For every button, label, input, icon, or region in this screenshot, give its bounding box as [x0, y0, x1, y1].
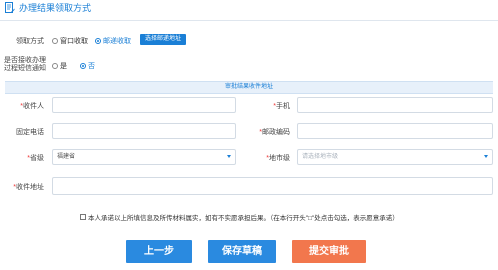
- chevron-down-icon: [227, 155, 231, 158]
- province-value: 福建省: [57, 154, 76, 160]
- radio-dot[interactable]: [52, 63, 58, 69]
- city-select[interactable]: 请选择地市级: [297, 149, 493, 165]
- phone-label: 固定电话: [16, 129, 44, 136]
- pickup-method-label: 领取方式: [16, 38, 44, 45]
- radio-window-pickup-label: 窗口收取: [60, 38, 88, 45]
- recipient-label-text: 收件人: [23, 103, 44, 110]
- province-label-text: 省级: [30, 155, 44, 162]
- select-address-button[interactable]: 选择邮递地址: [140, 34, 187, 45]
- phone-input[interactable]: [52, 123, 236, 139]
- radio-dot[interactable]: [52, 38, 58, 44]
- postcode-input[interactable]: [297, 123, 493, 139]
- prev-step-button[interactable]: 上一步: [126, 240, 192, 263]
- section-divider: [0, 20, 498, 21]
- sms-notify-label: 是否接收办理 过程短信通知: [2, 57, 46, 73]
- mobile-label: *手机: [250, 101, 290, 111]
- commitment-text: 本人承诺以上所填信息及所传材料属实，如有不实愿承担后果。（在本行开头"□"处点击…: [88, 215, 399, 222]
- radio-dot[interactable]: [95, 38, 101, 44]
- city-label-text: 地市级: [269, 155, 290, 162]
- document-edit-icon: [5, 1, 15, 14]
- radio-mail-pickup-label: 邮递收取: [103, 38, 131, 45]
- radio-sms-yes-label: 是: [60, 63, 67, 70]
- province-select[interactable]: 福建省: [52, 149, 236, 165]
- commitment-row: 本人承诺以上所填信息及所传材料属实，如有不实愿承担后果。（在本行开头"□"处点击…: [80, 212, 399, 222]
- radio-mail-pickup[interactable]: 邮递收取: [95, 36, 131, 46]
- radio-sms-no-label: 否: [88, 63, 95, 70]
- city-placeholder: 请选择地市级: [302, 154, 339, 160]
- address-section-band: 审批结果收件地址: [5, 81, 493, 94]
- address-input[interactable]: [52, 177, 493, 195]
- section-header: 办理结果领取方式: [5, 1, 91, 14]
- submit-approval-button[interactable]: 提交审批: [292, 240, 366, 263]
- commitment-checkbox[interactable]: [80, 214, 86, 220]
- mobile-input[interactable]: [297, 97, 493, 113]
- radio-sms-no[interactable]: 否: [80, 61, 95, 71]
- section-title: 办理结果领取方式: [19, 3, 92, 13]
- radio-dot[interactable]: [80, 63, 86, 69]
- postcode-label-text: 邮政编码: [262, 129, 290, 136]
- mobile-label-text: 手机: [276, 103, 290, 110]
- address-label: *收件地址: [4, 182, 44, 192]
- recipient-input[interactable]: [52, 97, 236, 113]
- city-label: *地市级: [250, 153, 290, 163]
- postcode-label: *邮政编码: [250, 127, 290, 137]
- chevron-down-icon: [484, 155, 488, 158]
- radio-sms-yes[interactable]: 是: [52, 61, 67, 71]
- recipient-label: *收件人: [4, 101, 44, 111]
- sms-notify-label-line2: 过程短信通知: [4, 65, 46, 72]
- province-label: *省级: [4, 153, 44, 163]
- save-draft-button[interactable]: 保存草稿: [208, 240, 276, 263]
- address-label-text: 收件地址: [16, 184, 44, 191]
- radio-window-pickup[interactable]: 窗口收取: [52, 36, 88, 46]
- sms-notify-label-line1: 是否接收办理: [4, 57, 46, 64]
